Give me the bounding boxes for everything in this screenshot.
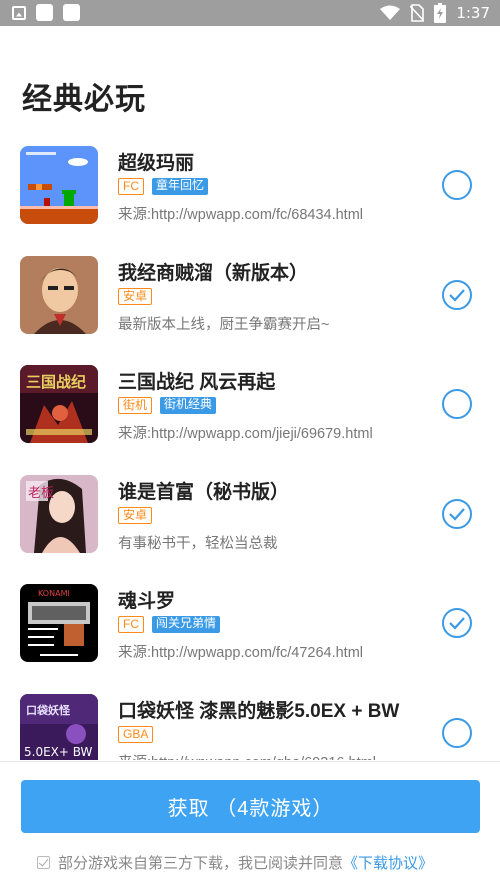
- game-thumbnail: 口袋妖怪 5.0EX+ BW: [20, 693, 98, 760]
- game-item-super-mario[interactable]: 超级玛丽 FC 童年回忆 来源:http://wpwapp.com/fc/684…: [0, 130, 500, 240]
- game-description: 最新版本上线，厨王争霸赛开启~: [118, 316, 330, 333]
- checkmark-icon: [449, 617, 465, 630]
- game-thumbnail: KONAMI: [20, 584, 98, 662]
- agreement-row[interactable]: 部分游戏来自第三方下载，我已阅读并同意 《下载协议》: [37, 852, 433, 873]
- battery-charging-icon: [434, 3, 447, 23]
- checkmark-icon: [449, 288, 465, 302]
- checkmark-icon: [449, 507, 465, 521]
- select-checkbox-unchecked[interactable]: [442, 389, 472, 419]
- genre-tag: 闯关兄弟情: [152, 616, 221, 633]
- game-description: 来源:http://wpwapp.com/gba/69316.html: [118, 751, 376, 761]
- platform-tag: 街机: [118, 397, 153, 414]
- svg-text:三国战纪: 三国战纪: [26, 373, 86, 391]
- game-tags: 街机 街机经典: [118, 397, 217, 414]
- status-bar: 1:37: [0, 0, 500, 26]
- genre-tag: 街机经典: [160, 397, 217, 414]
- svg-text:KONAMI: KONAMI: [38, 589, 70, 598]
- game-item-richest[interactable]: 老板 谁是首富（秘书版） 安卓 有事秘书干，轻松当总裁: [0, 459, 500, 569]
- game-name: 三国战纪 风云再起: [118, 372, 276, 393]
- select-checkbox-checked[interactable]: [442, 279, 472, 310]
- svg-text:口袋妖怪: 口袋妖怪: [26, 703, 71, 717]
- download-agreement-link[interactable]: 《下载协议》: [343, 852, 433, 873]
- status-time: 1:37: [456, 4, 490, 22]
- svg-text:5.0EX+ BW: 5.0EX+ BW: [24, 745, 93, 759]
- select-checkbox-unchecked[interactable]: [442, 170, 472, 200]
- game-name: 魂斗罗: [118, 591, 176, 612]
- select-checkbox-unchecked[interactable]: [442, 717, 472, 748]
- game-name: 我经商贼溜（新版本）: [118, 262, 309, 284]
- game-tags: 安卓: [118, 287, 153, 305]
- divider: [0, 761, 500, 762]
- app-notification-icon: [36, 4, 53, 21]
- image-notification-icon: [12, 5, 26, 20]
- game-item-pokemon[interactable]: 口袋妖怪 5.0EX+ BW 口袋妖怪 漆黑的魅影5.0EX + BW GBA …: [0, 678, 500, 761]
- select-checkbox-checked[interactable]: [442, 608, 472, 638]
- game-tags: FC 闯关兄弟情: [118, 616, 221, 633]
- platform-tag: FC: [118, 616, 144, 633]
- get-games-button[interactable]: 获取 （4款游戏）: [21, 780, 480, 833]
- game-list[interactable]: 超级玛丽 FC 童年回忆 来源:http://wpwapp.com/fc/684…: [0, 130, 500, 760]
- game-thumbnail: [20, 146, 98, 224]
- game-name: 口袋妖怪 漆黑的魅影5.0EX + BW: [118, 700, 400, 722]
- page-title: 经典必玩: [22, 83, 146, 116]
- game-name: 谁是首富（秘书版）: [118, 481, 290, 503]
- game-description: 来源:http://wpwapp.com/fc/68434.html: [118, 207, 363, 223]
- game-thumbnail: 老板: [20, 474, 98, 553]
- select-checkbox-checked[interactable]: [442, 498, 472, 529]
- wifi-icon: [380, 5, 401, 20]
- app-notification-icon-2: [63, 4, 80, 21]
- genre-tag: 童年回忆: [152, 178, 209, 195]
- game-tags: GBA: [118, 725, 154, 743]
- platform-tag: FC: [118, 178, 144, 195]
- svg-text:老板: 老板: [28, 486, 54, 501]
- platform-tag: GBA: [118, 725, 154, 743]
- platform-tag: 安卓: [118, 287, 153, 305]
- game-description: 来源:http://wpwapp.com/fc/47264.html: [118, 645, 363, 661]
- game-thumbnail: 三国战纪: [20, 365, 98, 443]
- game-description: 有事秘书干，轻松当总裁: [118, 535, 278, 552]
- game-tags: 安卓: [118, 506, 153, 524]
- game-description: 来源:http://wpwapp.com/jieji/69679.html: [118, 426, 373, 442]
- game-item-contra[interactable]: KONAMI 魂斗罗 FC 闯关兄弟情 来源:http://wpwapp.com…: [0, 568, 500, 678]
- agreement-checkbox[interactable]: [37, 856, 50, 869]
- platform-tag: 安卓: [118, 506, 153, 524]
- agreement-text: 部分游戏来自第三方下载，我已阅读并同意: [58, 855, 344, 872]
- game-item-business[interactable]: 我经商贼溜（新版本） 安卓 最新版本上线，厨王争霸赛开启~: [0, 240, 500, 350]
- no-sim-icon: [410, 4, 425, 22]
- game-name: 超级玛丽: [118, 153, 195, 174]
- game-item-three-kingdoms[interactable]: 三国战纪 三国战纪 风云再起 街机 街机经典 来源:http://wpwapp.…: [0, 349, 500, 459]
- game-tags: FC 童年回忆: [118, 178, 209, 195]
- game-thumbnail: [20, 255, 98, 334]
